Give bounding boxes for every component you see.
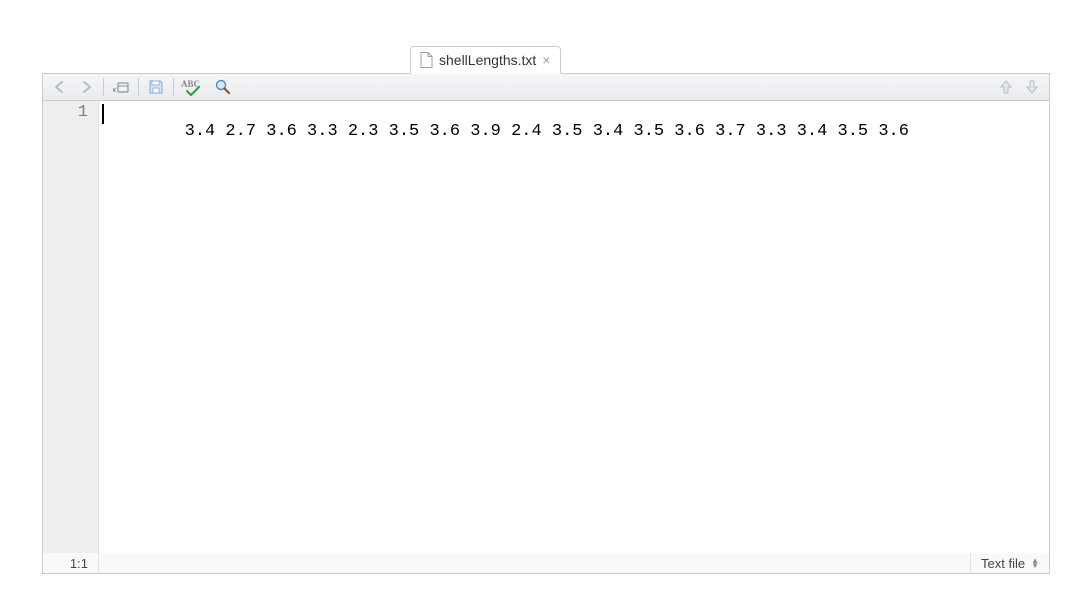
tab-row: shellLengths.txt × [410,42,561,74]
scroll-up-button[interactable] [995,77,1017,97]
cursor-position[interactable]: 1:1 [43,553,99,573]
forward-button[interactable] [75,77,97,97]
save-button[interactable] [145,77,167,97]
editor-line: 3.4 2.7 3.6 3.3 2.3 3.5 3.6 3.9 2.4 3.5 … [185,122,909,141]
arrow-right-icon [79,80,93,94]
arrow-down-icon [1025,79,1039,95]
spellcheck-icon: ABC [181,78,207,96]
toolbar-separator [173,78,174,96]
open-in-window-button[interactable] [110,77,132,97]
toolbar-separator [103,78,104,96]
filetype-label: Text file [981,556,1025,571]
arrow-up-icon [999,79,1013,95]
editor-body: 1 3.4 2.7 3.6 3.3 2.3 3.5 3.6 3.9 2.4 3.… [43,101,1049,569]
file-icon [419,52,433,68]
line-number: 1 [43,103,88,122]
tab-shelllengths[interactable]: shellLengths.txt × [410,46,561,74]
search-icon [214,78,232,96]
status-bar: 1:1 Text file ▲▼ [42,553,1050,574]
line-number-gutter: 1 [43,101,99,569]
editor-frame: ABC [42,73,1050,570]
filetype-selector[interactable]: Text file ▲▼ [970,553,1049,573]
editor-content[interactable]: 3.4 2.7 3.6 3.3 2.3 3.5 3.6 3.9 2.4 3.5 … [99,101,1049,569]
toolbar-separator [138,78,139,96]
back-button[interactable] [49,77,71,97]
spellcheck-button[interactable]: ABC [180,77,208,97]
window-icon [113,80,129,94]
text-cursor [102,104,104,124]
sort-icon: ▲▼ [1031,558,1039,568]
status-middle [99,553,119,573]
toolbar: ABC [43,74,1049,101]
close-icon[interactable]: × [542,53,550,67]
save-icon [148,79,164,95]
tab-filename: shellLengths.txt [439,52,536,68]
arrow-left-icon [53,80,67,94]
find-button[interactable] [212,77,234,97]
scroll-down-button[interactable] [1021,77,1043,97]
